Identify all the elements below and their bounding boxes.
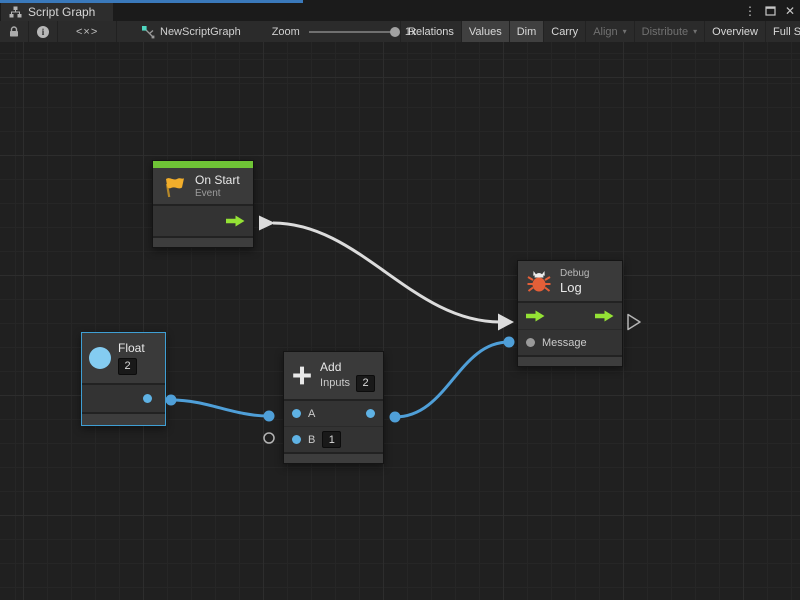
- wire-onstart-to-log[interactable]: [273, 223, 500, 322]
- close-icon[interactable]: ✕: [785, 5, 795, 17]
- zoom-slider[interactable]: [309, 27, 397, 37]
- zoom-label: Zoom: [272, 26, 300, 38]
- zoom-slider-track: [309, 31, 397, 33]
- bug-icon: [526, 268, 552, 294]
- info-icon: i: [37, 26, 49, 38]
- flag-icon: [161, 174, 187, 198]
- chevron-down-icon: ▾: [623, 27, 627, 36]
- script-graph-icon: [141, 25, 155, 39]
- inputs-count-field[interactable]: 2: [356, 375, 375, 392]
- full-screen-button[interactable]: Full Screen: [765, 21, 800, 42]
- wire-endpoint: [166, 395, 177, 406]
- float-type-icon: [89, 347, 111, 369]
- distribute-dropdown[interactable]: Distribute▾: [634, 21, 704, 42]
- wires-layer: [0, 42, 800, 600]
- edit-code-button[interactable]: <×>: [58, 21, 117, 42]
- graph-canvas[interactable]: On Start Event: [0, 42, 800, 600]
- code-icon: <×>: [76, 26, 98, 38]
- add-input-a-port[interactable]: [292, 409, 301, 418]
- chevron-down-icon: ▾: [693, 27, 697, 36]
- lock-button[interactable]: [0, 21, 29, 42]
- node-title: Log: [560, 280, 589, 295]
- node-header: Add Inputs 2: [284, 352, 383, 399]
- plus-icon: [292, 363, 312, 388]
- unconnected-output-indicator[interactable]: [628, 315, 640, 330]
- overview-button[interactable]: Overview: [704, 21, 765, 42]
- node-footer: [518, 355, 622, 366]
- message-input-port[interactable]: [526, 338, 535, 347]
- values-button[interactable]: Values: [461, 21, 509, 42]
- node-footer: [153, 236, 253, 247]
- zoom-slider-handle[interactable]: [390, 27, 400, 37]
- relations-button[interactable]: Relations: [400, 21, 461, 42]
- window-controls: ⋮ ✕: [744, 1, 795, 20]
- tab-title: Script Graph: [28, 5, 95, 19]
- wire-endpoint: [264, 411, 275, 422]
- node-title: On Start: [195, 173, 240, 187]
- inspect-button[interactable]: i: [29, 21, 58, 42]
- event-green-bar: [153, 161, 253, 168]
- control-input-port[interactable]: [526, 310, 545, 322]
- unconnected-input-indicator[interactable]: [264, 433, 274, 443]
- toolbar-right-group: Relations Values Dim Carry Align▾ Distri…: [400, 21, 800, 42]
- float-output-port[interactable]: [143, 394, 152, 403]
- node-title: Add: [320, 360, 375, 374]
- port-label-b: B: [308, 434, 315, 446]
- node-body: [82, 383, 165, 412]
- hierarchy-icon: [9, 6, 22, 18]
- add-input-b-port[interactable]: [292, 435, 301, 444]
- align-dropdown[interactable]: Align▾: [585, 21, 633, 42]
- wire-endpoint: [390, 412, 401, 423]
- node-header: Debug Log: [518, 261, 622, 301]
- node-subtitle: Event: [195, 188, 240, 199]
- node-header: On Start Event: [153, 168, 253, 204]
- add-output-port[interactable]: [366, 409, 375, 418]
- kebab-menu-icon[interactable]: ⋮: [744, 5, 756, 17]
- node-footer: [82, 412, 165, 425]
- wire-start-cap: [259, 216, 275, 231]
- node-add[interactable]: Add Inputs 2 A B 1: [283, 351, 384, 464]
- node-body: [153, 204, 253, 236]
- toolbar-left-group: i <×>: [0, 21, 117, 42]
- wire-float-to-add-a[interactable]: [171, 400, 269, 416]
- port-label-a: A: [308, 408, 315, 420]
- script-graph-window: Script Graph ⋮ ✕ i <×>: [0, 0, 800, 600]
- node-kicker: Debug: [560, 268, 589, 279]
- port-label-message: Message: [542, 337, 587, 349]
- carry-button[interactable]: Carry: [543, 21, 585, 42]
- node-body: A B 1: [284, 399, 383, 452]
- maximize-icon[interactable]: [765, 5, 776, 16]
- dim-button[interactable]: Dim: [509, 21, 544, 42]
- node-on-start[interactable]: On Start Event: [152, 160, 254, 248]
- float-value-field[interactable]: 2: [118, 358, 137, 375]
- wire-endpoint: [504, 337, 515, 348]
- tab-bar: Script Graph ⋮ ✕: [0, 0, 800, 21]
- graph-name[interactable]: NewScriptGraph: [160, 26, 241, 38]
- node-body: Message: [518, 301, 622, 355]
- node-header: Float 2: [82, 333, 165, 383]
- graph-toolbar: i <×> NewScriptGraph Zoom 1x Relations V…: [0, 21, 800, 43]
- lock-icon: [8, 25, 20, 38]
- node-footer: [284, 452, 383, 463]
- tab-script-graph[interactable]: Script Graph: [1, 3, 113, 21]
- node-debug-log[interactable]: Debug Log Message: [517, 260, 623, 367]
- wire-arrowhead: [498, 314, 514, 331]
- inputs-label: Inputs: [320, 377, 350, 389]
- node-float[interactable]: Float 2: [81, 332, 166, 426]
- node-title: Float: [118, 341, 145, 355]
- b-value-field[interactable]: 1: [322, 431, 341, 448]
- control-output-port[interactable]: [226, 215, 245, 227]
- wire-add-to-log-message[interactable]: [395, 342, 509, 417]
- control-output-port[interactable]: [595, 310, 614, 322]
- toolbar-middle-group: NewScriptGraph Zoom 1x: [141, 21, 416, 42]
